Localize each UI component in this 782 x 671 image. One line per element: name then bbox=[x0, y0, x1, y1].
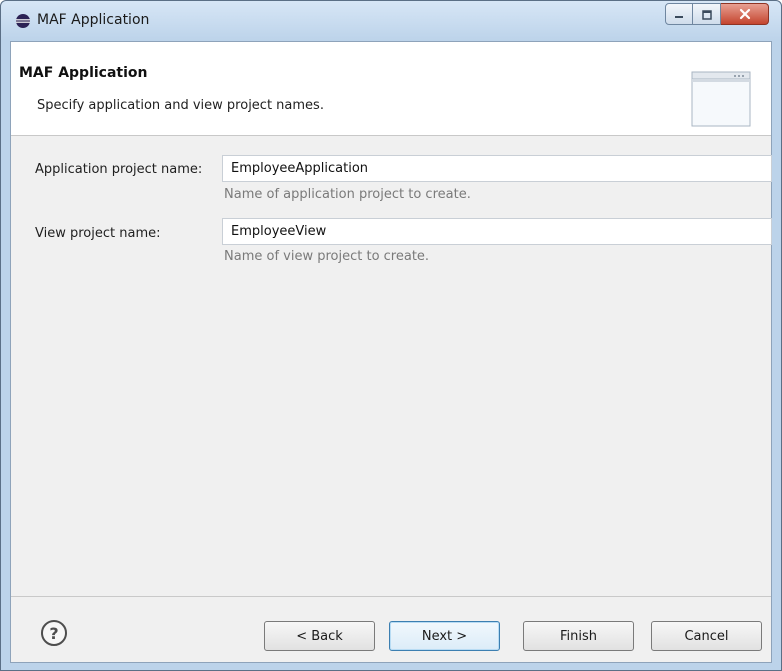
dialog-content: MAF Application Specify application and … bbox=[10, 41, 772, 663]
caption-buttons bbox=[665, 3, 769, 25]
page-title: MAF Application bbox=[19, 65, 148, 81]
minimize-icon bbox=[673, 5, 685, 24]
view-project-hint: Name of view project to create. bbox=[224, 249, 430, 264]
wizard-header: MAF Application Specify application and … bbox=[11, 42, 771, 136]
maximize-button[interactable] bbox=[693, 3, 721, 25]
next-button[interactable]: Next > bbox=[389, 621, 500, 651]
back-button[interactable]: < Back bbox=[264, 621, 375, 651]
application-project-hint: Name of application project to create. bbox=[224, 187, 471, 202]
footer-divider bbox=[11, 596, 771, 597]
eclipse-icon bbox=[15, 13, 31, 29]
view-project-input[interactable] bbox=[222, 218, 772, 245]
application-project-input[interactable] bbox=[222, 155, 772, 182]
title-bar[interactable]: MAF Application bbox=[1, 1, 781, 41]
maximize-icon bbox=[701, 5, 713, 24]
close-icon bbox=[738, 5, 752, 24]
minimize-button[interactable] bbox=[665, 3, 693, 25]
window-wizard-icon bbox=[691, 71, 751, 127]
help-button[interactable]: ? bbox=[41, 620, 67, 646]
page-description: Specify application and view project nam… bbox=[37, 98, 324, 113]
dialog-window: MAF Application MAF Application Specify … bbox=[0, 0, 782, 671]
view-project-label: View project name: bbox=[35, 226, 161, 241]
finish-button[interactable]: Finish bbox=[523, 621, 634, 651]
help-icon: ? bbox=[49, 623, 59, 643]
close-button[interactable] bbox=[721, 3, 769, 25]
cancel-button[interactable]: Cancel bbox=[651, 621, 762, 651]
application-project-label: Application project name: bbox=[35, 162, 203, 177]
window-title: MAF Application bbox=[37, 12, 150, 28]
